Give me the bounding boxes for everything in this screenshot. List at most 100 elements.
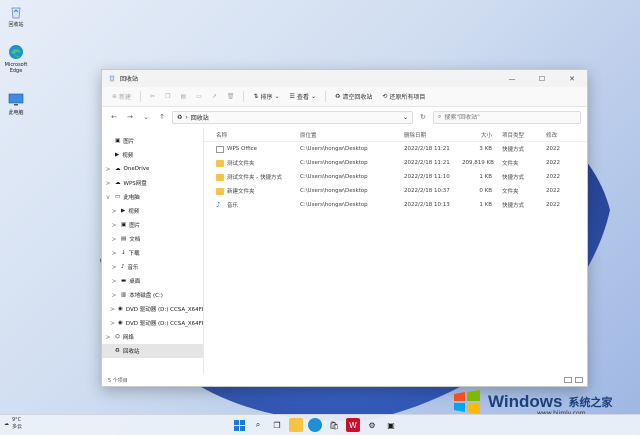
nav-item[interactable]: > ▤ 文档 [102, 232, 203, 246]
chevron-icon[interactable]: > [110, 222, 118, 229]
file-row[interactable]: ♪ 音乐 C:\Users\hongw\Desktop 2022/2/18 10:13… [204, 198, 587, 212]
chevron-icon[interactable]: > [104, 180, 112, 187]
start-button[interactable] [232, 418, 246, 432]
nav-item[interactable]: > ☁ WPS网盘 [102, 176, 203, 190]
back-button[interactable]: ← [108, 113, 120, 121]
nav-item[interactable]: > ▥ 本地磁盘 (C:) [102, 288, 203, 302]
forward-button[interactable]: → [124, 113, 136, 121]
nav-item[interactable]: > ▣ 图片 [102, 218, 203, 232]
nav-item[interactable]: > ⌬ 网络 [102, 330, 203, 344]
app-taskbar-button[interactable]: ▣ [384, 418, 398, 432]
paste-button[interactable]: ▤ [176, 91, 190, 102]
trash-icon: 🗑 [226, 93, 235, 100]
search-icon: ⌕ [255, 420, 261, 429]
nav-item-label: 视频 [122, 153, 134, 159]
share-button[interactable]: ↗ [208, 91, 221, 102]
minimize-button[interactable]: — [497, 70, 527, 87]
desktop-icon-edge[interactable]: Microsoft Edge [2, 44, 30, 74]
title-bar[interactable]: 回收站 — ☐ ✕ [102, 70, 587, 87]
nav-item[interactable]: > ↓ 下载 [102, 246, 203, 260]
empty-recycle-bin-button[interactable]: ♻ 清空回收站 [331, 90, 376, 103]
wps-icon [216, 145, 224, 153]
chevron-icon[interactable]: > [110, 236, 118, 243]
close-button[interactable]: ✕ [557, 70, 587, 87]
copy-button[interactable]: ❐ [161, 91, 174, 102]
column-name[interactable]: 名称 [204, 131, 300, 139]
delete-button[interactable]: 🗑 [223, 91, 239, 102]
nav-item[interactable]: ♻ 回收站 [102, 344, 203, 358]
file-row[interactable]: WPS Office C:\Users\hongw\Desktop 2022/2/1… [204, 142, 587, 156]
search-button[interactable]: ⌕ [251, 418, 265, 432]
refresh-button[interactable]: ↻ [417, 113, 429, 121]
file-modified: 2022 [546, 160, 560, 166]
nav-item-label: 网络 [122, 335, 134, 341]
chevron-icon[interactable]: > [110, 250, 118, 257]
chevron-icon[interactable]: > [110, 292, 118, 299]
desktop-icon-label: 此电脑 [8, 110, 24, 116]
edge-taskbar-button[interactable] [308, 418, 322, 432]
column-headers: 名称 原位置 删除日期 大小 项目类型 修改 [204, 128, 587, 142]
settings-taskbar-button[interactable]: ⚙ [365, 418, 379, 432]
column-type[interactable]: 项目类型 [496, 131, 546, 139]
nav-item[interactable]: > ☁ OneDrive [102, 162, 203, 176]
new-button-label: 新建 [119, 94, 132, 101]
file-explorer-taskbar-button[interactable] [289, 418, 303, 432]
music-icon: ♪ [121, 264, 125, 270]
cut-button[interactable]: ✂ [146, 91, 159, 102]
chevron-icon[interactable]: > [104, 166, 112, 173]
desktop-icon-this-pc[interactable]: 此电脑 [2, 92, 30, 116]
tiles-view-button[interactable] [575, 377, 583, 383]
file-row[interactable]: 测试文件夹 - 快捷方式 C:\Users\hongw\Desktop 2022/2… [204, 170, 587, 184]
breadcrumb-chevron-icon: › [185, 113, 188, 121]
column-date-deleted[interactable]: 删除日期 [404, 131, 462, 139]
column-size[interactable]: 大小 [462, 131, 496, 139]
chevron-icon[interactable]: > [110, 264, 118, 271]
chevron-icon[interactable]: v [104, 194, 112, 201]
taskbar: ☁ 9°C 多云 ⌕ ❐ 🛍 W ⚙ ▣ [0, 414, 640, 435]
nav-item[interactable]: > ◉ DVD 驱动器 (D:) CCSA_X64FRE [102, 302, 203, 316]
chevron-icon[interactable]: > [110, 208, 118, 215]
maximize-button[interactable]: ☐ [527, 70, 557, 87]
column-location[interactable]: 原位置 [300, 131, 404, 139]
recycle-bin-icon [108, 74, 116, 84]
task-view-button[interactable]: ❐ [270, 418, 284, 432]
file-row[interactable]: 新建文件夹 C:\Users\hongw\Desktop 2022/2/18 10:… [204, 184, 587, 198]
new-button[interactable]: ⊕ 新建 [108, 90, 135, 103]
nav-item[interactable]: > ▶ 视频 [102, 204, 203, 218]
recycle-bin-icon [8, 4, 24, 20]
address-bar[interactable]: ♻ › 回收站 ⌄ [172, 110, 413, 124]
up-button[interactable]: ↑ [156, 113, 168, 121]
view-button[interactable]: ☰ 查看 ⌄ [286, 90, 320, 103]
sort-button[interactable]: ⇅ 排序 ⌄ [249, 90, 283, 103]
nav-item[interactable]: ▶ 视频 [102, 148, 203, 162]
search-box[interactable]: ⌕ [433, 110, 581, 124]
chevron-down-icon: ⌄ [274, 93, 280, 100]
nav-item[interactable]: v ▭ 此电脑 [102, 190, 203, 204]
nav-item-label: 桌面 [129, 279, 141, 285]
nav-item[interactable]: > ▬ 桌面 [102, 274, 203, 288]
file-modified: 2022 [546, 202, 560, 208]
address-dropdown-icon[interactable]: ⌄ [403, 114, 408, 121]
chevron-icon[interactable]: > [110, 278, 118, 285]
desktop-icon-recycle-bin[interactable]: 回收站 [2, 4, 30, 28]
recent-locations-button[interactable]: ⌄ [140, 113, 152, 121]
network-icon: ⌬ [115, 334, 120, 340]
chevron-icon[interactable]: > [110, 320, 115, 327]
nav-item[interactable]: > ◉ DVD 驱动器 (D:) CCSA_X64FRE_ [102, 316, 203, 330]
weather-widget[interactable]: ☁ 9°C 多云 [4, 417, 22, 431]
folder-shortcut-icon [216, 173, 224, 181]
store-taskbar-button[interactable]: 🛍 [327, 418, 341, 432]
address-bar-row: ← → ⌄ ↑ ♻ › 回收站 ⌄ ↻ ⌕ [102, 107, 587, 127]
nav-item[interactable]: > ♪ 音乐 [102, 260, 203, 274]
chevron-icon[interactable]: > [110, 306, 115, 313]
recycle-bin-icon: ♻ [115, 348, 120, 354]
details-view-button[interactable] [564, 377, 572, 383]
search-input[interactable] [444, 113, 575, 121]
restore-all-button[interactable]: ⟲ 还原所有项目 [378, 90, 429, 103]
column-modified[interactable]: 修改 [546, 131, 576, 139]
nav-item[interactable]: ▣ 图片 [102, 134, 203, 148]
chevron-icon[interactable]: > [104, 334, 112, 341]
file-row[interactable]: 测试文件夹 C:\Users\hongw\Desktop 2022/2/18 11:… [204, 156, 587, 170]
rename-button[interactable]: ▭ [192, 91, 206, 102]
wps-taskbar-button[interactable]: W [346, 418, 360, 432]
